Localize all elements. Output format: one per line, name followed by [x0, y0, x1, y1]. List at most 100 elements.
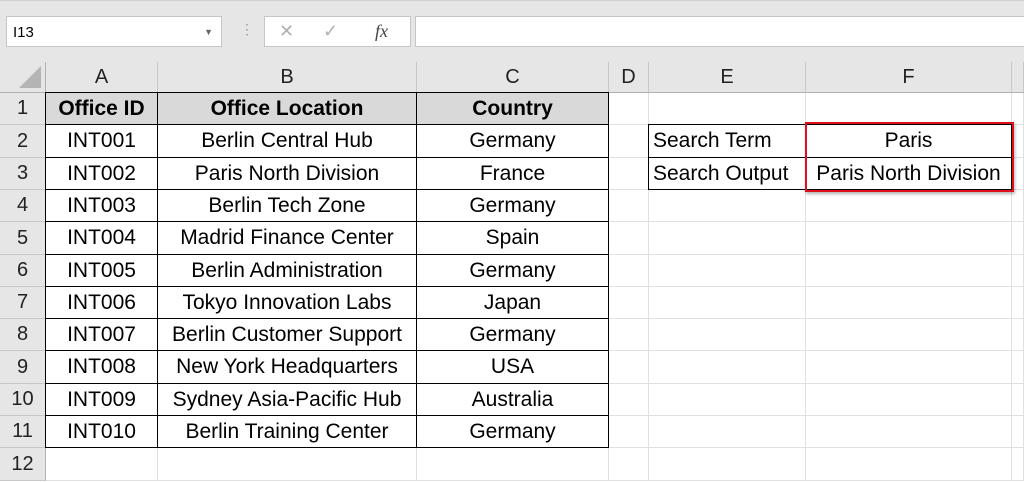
cell[interactable]: [609, 319, 649, 351]
cell[interactable]: [609, 158, 649, 190]
insert-function-icon[interactable]: fx: [375, 21, 388, 42]
cell[interactable]: [1012, 190, 1024, 222]
column-header-B[interactable]: B: [158, 62, 417, 93]
cell[interactable]: [158, 448, 417, 481]
table-cell[interactable]: Berlin Central Hub: [157, 124, 417, 158]
cell[interactable]: [649, 319, 806, 351]
cell[interactable]: [806, 448, 1012, 481]
table-cell[interactable]: INT009: [45, 383, 158, 416]
search-term-label[interactable]: Search Term: [648, 124, 806, 158]
table-cell[interactable]: USA: [416, 350, 609, 384]
cell[interactable]: [417, 448, 609, 481]
cell[interactable]: [1012, 255, 1024, 287]
cell[interactable]: [609, 93, 649, 125]
column-header-F[interactable]: F: [806, 62, 1012, 93]
table-cell[interactable]: Germany: [416, 254, 609, 287]
cell[interactable]: [1012, 351, 1024, 384]
cell[interactable]: [806, 351, 1012, 384]
cell[interactable]: [806, 384, 1012, 416]
table-cell[interactable]: Germany: [416, 189, 609, 222]
table-cell[interactable]: Berlin Customer Support: [157, 318, 417, 351]
row-header-1[interactable]: 1: [0, 93, 46, 125]
cell[interactable]: [609, 222, 649, 255]
name-box[interactable]: I13 ▼: [6, 16, 222, 47]
column-header-E[interactable]: E: [649, 62, 806, 93]
table-cell[interactable]: Germany: [416, 318, 609, 351]
table-cell[interactable]: Tokyo Innovation Labs: [157, 286, 417, 319]
select-all-button[interactable]: [0, 62, 46, 93]
table-cell[interactable]: France: [416, 157, 609, 190]
table-cell[interactable]: INT003: [45, 189, 158, 222]
row-header-12[interactable]: 12: [0, 448, 46, 481]
cell[interactable]: [649, 93, 806, 125]
table-cell[interactable]: Australia: [416, 383, 609, 416]
cell[interactable]: [649, 190, 806, 222]
cell[interactable]: [609, 351, 649, 384]
search-output-label[interactable]: Search Output: [648, 157, 806, 190]
cell[interactable]: [609, 190, 649, 222]
column-header-A[interactable]: A: [46, 62, 158, 93]
cell[interactable]: [806, 222, 1012, 255]
cell[interactable]: [806, 190, 1012, 222]
cell[interactable]: [609, 416, 649, 448]
cell[interactable]: [46, 448, 158, 481]
cell[interactable]: [649, 255, 806, 287]
table-header-cell[interactable]: Office Location: [157, 92, 417, 125]
row-header-6[interactable]: 6: [0, 255, 46, 287]
row-header-11[interactable]: 11: [0, 416, 46, 448]
table-cell[interactable]: Germany: [416, 415, 609, 448]
row-header-4[interactable]: 4: [0, 190, 46, 222]
table-cell[interactable]: INT007: [45, 318, 158, 351]
cancel-icon[interactable]: ✕: [279, 21, 294, 42]
row-header-8[interactable]: 8: [0, 319, 46, 351]
drag-handle-icon[interactable]: ⋮: [240, 21, 254, 38]
table-cell[interactable]: Germany: [416, 124, 609, 158]
cell[interactable]: [609, 255, 649, 287]
cell[interactable]: [1012, 384, 1024, 416]
column-header-G[interactable]: [1012, 62, 1024, 93]
cell[interactable]: [806, 416, 1012, 448]
row-header-10[interactable]: 10: [0, 384, 46, 416]
table-cell[interactable]: Berlin Training Center: [157, 415, 417, 448]
table-header-cell[interactable]: Country: [416, 92, 609, 125]
table-cell[interactable]: INT006: [45, 286, 158, 319]
cell[interactable]: [806, 319, 1012, 351]
cell[interactable]: [609, 384, 649, 416]
cell[interactable]: [806, 93, 1012, 125]
cell[interactable]: [1012, 319, 1024, 351]
table-cell[interactable]: INT008: [45, 350, 158, 384]
cell[interactable]: [649, 448, 806, 481]
cell[interactable]: [649, 287, 806, 319]
table-cell[interactable]: INT002: [45, 157, 158, 190]
table-cell[interactable]: Sydney Asia-Pacific Hub: [157, 383, 417, 416]
cell[interactable]: [1012, 287, 1024, 319]
enter-icon[interactable]: ✓: [323, 21, 338, 42]
table-cell[interactable]: Berlin Tech Zone: [157, 189, 417, 222]
cell[interactable]: [1012, 448, 1024, 481]
cell[interactable]: [1012, 93, 1024, 125]
formula-input[interactable]: [415, 16, 1024, 47]
row-header-9[interactable]: 9: [0, 351, 46, 384]
cell[interactable]: [649, 416, 806, 448]
row-header-5[interactable]: 5: [0, 222, 46, 255]
cell[interactable]: [609, 125, 649, 158]
cell[interactable]: [649, 384, 806, 416]
table-cell[interactable]: INT001: [45, 124, 158, 158]
cell[interactable]: [609, 287, 649, 319]
table-cell[interactable]: New York Headquarters: [157, 350, 417, 384]
cell[interactable]: [609, 448, 649, 481]
cell[interactable]: [1012, 222, 1024, 255]
table-cell[interactable]: Berlin Administration: [157, 254, 417, 287]
cell[interactable]: [806, 287, 1012, 319]
column-header-C[interactable]: C: [417, 62, 609, 93]
cell[interactable]: [649, 351, 806, 384]
row-header-2[interactable]: 2: [0, 125, 46, 158]
table-header-cell[interactable]: Office ID: [45, 92, 158, 125]
table-cell[interactable]: INT004: [45, 221, 158, 255]
table-cell[interactable]: Japan: [416, 286, 609, 319]
chevron-down-icon[interactable]: ▼: [204, 17, 213, 48]
table-cell[interactable]: Madrid Finance Center: [157, 221, 417, 255]
table-cell[interactable]: INT010: [45, 415, 158, 448]
column-header-D[interactable]: D: [609, 62, 649, 93]
cell[interactable]: [1012, 416, 1024, 448]
